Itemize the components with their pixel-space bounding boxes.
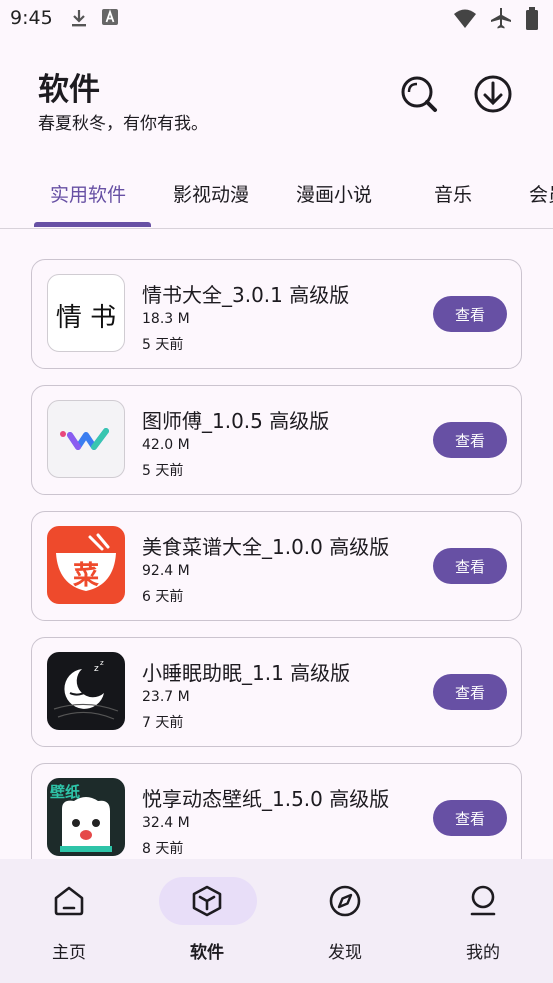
profile-icon: [463, 881, 503, 921]
search-icon: [399, 74, 439, 118]
airplane-icon: [489, 7, 513, 35]
cube-icon: [187, 881, 227, 921]
list-item[interactable]: 壁纸 悦享动态壁纸_1.5.0 高级版 32.4 M 8 天前 查看: [31, 763, 522, 873]
app-size: 92.4 M: [142, 563, 190, 579]
tab-member[interactable]: 会员: [529, 180, 553, 207]
tab-utility[interactable]: 实用软件: [50, 180, 126, 207]
qingshu-app-icon: 情 书: [47, 274, 125, 352]
status-bar: 9:45: [0, 0, 553, 38]
nav-label: 我的: [466, 943, 500, 963]
app-size: 32.4 M: [142, 815, 190, 831]
view-button[interactable]: 查看: [433, 674, 507, 710]
nav-label: 软件: [190, 943, 224, 963]
sleep-app-icon: z z: [47, 652, 125, 730]
nav-profile[interactable]: 我的: [414, 859, 552, 983]
tab-comic-novel[interactable]: 漫画小说: [296, 180, 372, 207]
app-name: 美食菜谱大全_1.0.0 高级版: [142, 535, 390, 559]
page-subtitle: 春夏秋冬，有你有我。: [38, 114, 208, 134]
list-item[interactable]: z z 小睡眠助眠_1.1 高级版 23.7 M 7 天前 查看: [31, 637, 522, 747]
app-size: 18.3 M: [142, 311, 190, 327]
app-time: 6 天前: [142, 589, 184, 605]
view-button[interactable]: 查看: [433, 422, 507, 458]
nav-discover[interactable]: 发现: [276, 859, 414, 983]
list-item[interactable]: 菜 美食菜谱大全_1.0.0 高级版 92.4 M 6 天前 查看: [31, 511, 522, 621]
category-tabs: 实用软件 影视动漫 漫画小说 音乐 会员: [0, 168, 553, 229]
svg-text:z: z: [100, 659, 104, 667]
status-time: 9:45: [10, 7, 53, 29]
qingshu-icon-text: 情 书: [55, 303, 117, 333]
wallpaper-icon-text: 壁纸: [50, 783, 81, 801]
compass-icon: [325, 881, 365, 921]
nav-software[interactable]: 软件: [138, 859, 276, 983]
wifi-icon: [453, 7, 477, 35]
tushifu-app-icon: [47, 400, 125, 478]
app-name: 图师傅_1.0.5 高级版: [142, 409, 330, 433]
list-item[interactable]: 图师傅_1.0.5 高级版 42.0 M 5 天前 查看: [31, 385, 522, 495]
tab-video-anime[interactable]: 影视动漫: [173, 180, 249, 207]
bottom-navigation: 主页 软件 发现 我的: [0, 859, 553, 983]
font-a-icon: [102, 8, 118, 32]
svg-text:z: z: [94, 664, 99, 674]
app-time: 7 天前: [142, 715, 184, 731]
battery-icon: [525, 7, 539, 35]
app-name: 小睡眠助眠_1.1 高级版: [142, 661, 351, 685]
recipe-app-icon: 菜: [47, 526, 125, 604]
nav-label: 发现: [328, 943, 362, 963]
tab-music[interactable]: 音乐: [434, 180, 472, 207]
tab-indicator: [34, 222, 151, 227]
app-time: 5 天前: [142, 463, 184, 479]
app-name: 悦享动态壁纸_1.5.0 高级版: [142, 787, 390, 811]
wallpaper-app-icon: 壁纸: [47, 778, 125, 856]
page-title: 软件: [38, 72, 100, 108]
download-button[interactable]: [469, 72, 517, 120]
view-button[interactable]: 查看: [433, 548, 507, 584]
recipe-icon-text: 菜: [72, 561, 99, 591]
download-icon: [70, 8, 88, 32]
home-icon: [49, 881, 89, 921]
app-time: 8 天前: [142, 841, 184, 857]
nav-home[interactable]: 主页: [0, 859, 138, 983]
download-circle-icon: [473, 74, 513, 118]
app-time: 5 天前: [142, 337, 184, 353]
view-button[interactable]: 查看: [433, 296, 507, 332]
app-size: 23.7 M: [142, 689, 190, 705]
app-name: 情书大全_3.0.1 高级版: [142, 283, 350, 307]
view-button[interactable]: 查看: [433, 800, 507, 836]
list-item[interactable]: 情 书 情书大全_3.0.1 高级版 18.3 M 5 天前 查看: [31, 259, 522, 369]
nav-label: 主页: [52, 943, 86, 963]
app-size: 42.0 M: [142, 437, 190, 453]
search-button[interactable]: [395, 72, 443, 120]
